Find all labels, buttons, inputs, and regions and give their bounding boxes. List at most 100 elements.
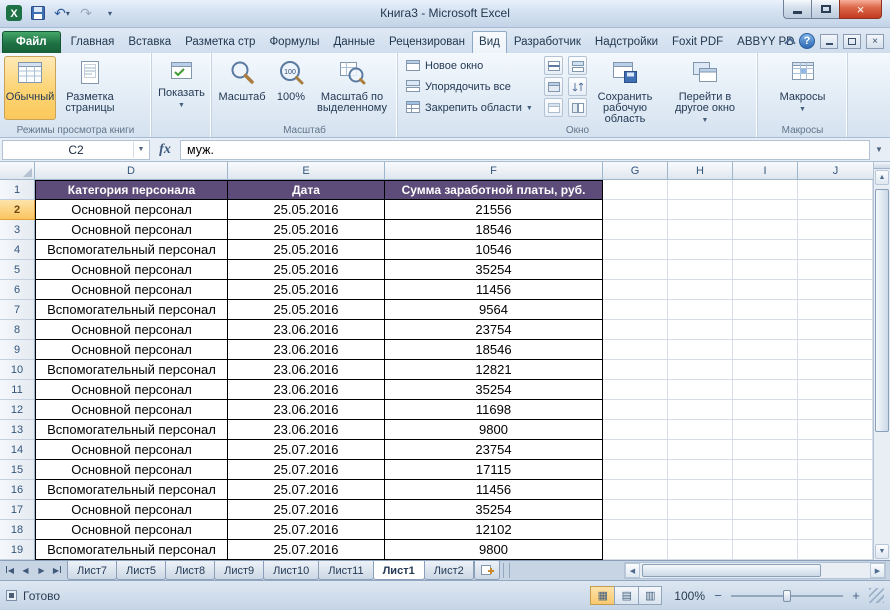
sheet-tab-Лист9[interactable]: Лист9 — [214, 561, 264, 580]
cell-E4[interactable]: 25.05.2016 — [228, 240, 385, 260]
column-header-H[interactable]: H — [668, 162, 733, 180]
cell-F16[interactable]: 11456 — [385, 480, 603, 500]
cell-I13[interactable] — [733, 420, 798, 440]
cell-D14[interactable]: Основной персонал — [35, 440, 228, 460]
unhide-window-button[interactable] — [544, 98, 563, 117]
cell-G2[interactable] — [603, 200, 668, 220]
save-workspace-button[interactable]: Сохранить рабочую область — [590, 56, 660, 120]
row-header-10[interactable]: 10 — [0, 360, 35, 380]
cell-D10[interactable]: Вспомогательный персонал — [35, 360, 228, 380]
vertical-scroll-thumb[interactable] — [875, 189, 889, 432]
insert-function-button[interactable]: fx — [150, 142, 180, 158]
show-collapsed-group-button[interactable]: Показать ▼ — [156, 56, 207, 120]
row-header-3[interactable]: 3 — [0, 220, 35, 240]
maximize-button[interactable] — [812, 0, 839, 19]
cell-H4[interactable] — [668, 240, 733, 260]
workbook-restore-icon[interactable] — [843, 34, 861, 49]
cell-F2[interactable]: 21556 — [385, 200, 603, 220]
cell-G7[interactable] — [603, 300, 668, 320]
switch-windows-button[interactable]: Перейти в другое окно ▼ — [660, 56, 750, 120]
row-header-17[interactable]: 17 — [0, 500, 35, 520]
cell-F5[interactable]: 35254 — [385, 260, 603, 280]
previous-sheet-button[interactable]: ◀ — [19, 566, 32, 575]
cell-G12[interactable] — [603, 400, 668, 420]
cell-H9[interactable] — [668, 340, 733, 360]
cell-D6[interactable]: Основной персонал — [35, 280, 228, 300]
cell-J15[interactable] — [798, 460, 873, 480]
cell-E11[interactable]: 23.06.2016 — [228, 380, 385, 400]
cell-E5[interactable]: 25.05.2016 — [228, 260, 385, 280]
cell-D12[interactable]: Основной персонал — [35, 400, 228, 420]
ribbon-tab-Данные[interactable]: Данные — [326, 31, 382, 53]
ribbon-tab-Foxit PDF[interactable]: Foxit PDF — [665, 31, 730, 53]
cell-E7[interactable]: 25.05.2016 — [228, 300, 385, 320]
cell-J16[interactable] — [798, 480, 873, 500]
row-header-14[interactable]: 14 — [0, 440, 35, 460]
row-header-4[interactable]: 4 — [0, 240, 35, 260]
formula-input[interactable]: муж. — [180, 140, 870, 160]
row-header-18[interactable]: 18 — [0, 520, 35, 540]
column-header-F[interactable]: F — [385, 162, 603, 180]
cell-J9[interactable] — [798, 340, 873, 360]
cell-G15[interactable] — [603, 460, 668, 480]
cell-H15[interactable] — [668, 460, 733, 480]
reset-window-position-button[interactable] — [568, 98, 587, 117]
view-side-by-side-button[interactable] — [568, 56, 587, 75]
row-header-1[interactable]: 1 — [0, 180, 35, 200]
ribbon-tab-Надстройки[interactable]: Надстройки — [588, 31, 665, 53]
cell-D1[interactable]: Категория персонала — [35, 180, 228, 200]
cell-F6[interactable]: 11456 — [385, 280, 603, 300]
page-layout-view-shortcut[interactable]: ▤ — [614, 586, 638, 605]
cell-J19[interactable] — [798, 540, 873, 560]
zoom-slider-thumb[interactable] — [783, 590, 791, 602]
cell-D11[interactable]: Основной персонал — [35, 380, 228, 400]
row-header-13[interactable]: 13 — [0, 420, 35, 440]
scroll-down-icon[interactable]: ▼ — [875, 544, 889, 559]
workbook-minimize-icon[interactable] — [820, 34, 838, 49]
cell-D13[interactable]: Вспомогательный персонал — [35, 420, 228, 440]
ribbon-tab-Главная[interactable]: Главная — [64, 31, 122, 53]
cell-D4[interactable]: Вспомогательный персонал — [35, 240, 228, 260]
row-header-8[interactable]: 8 — [0, 320, 35, 340]
cell-H1[interactable] — [668, 180, 733, 200]
column-header-E[interactable]: E — [228, 162, 385, 180]
hide-window-button[interactable] — [544, 77, 563, 96]
cell-G10[interactable] — [603, 360, 668, 380]
cell-F15[interactable]: 17115 — [385, 460, 603, 480]
ribbon-tab-Рецензирован[interactable]: Рецензирован — [382, 31, 472, 53]
normal-view-button[interactable]: Обычный — [4, 56, 56, 120]
first-sheet-button[interactable]: ◀ — [3, 566, 16, 575]
cell-F18[interactable]: 12102 — [385, 520, 603, 540]
cell-G3[interactable] — [603, 220, 668, 240]
last-sheet-button[interactable]: ▶ — [51, 566, 64, 575]
column-header-I[interactable]: I — [733, 162, 798, 180]
sheet-tab-Лист10[interactable]: Лист10 — [263, 561, 319, 580]
cell-D15[interactable]: Основной персонал — [35, 460, 228, 480]
cell-I18[interactable] — [733, 520, 798, 540]
insert-worksheet-button[interactable] — [474, 561, 500, 580]
ribbon-tab-Вид[interactable]: Вид — [472, 31, 507, 53]
cell-H12[interactable] — [668, 400, 733, 420]
vertical-split-handle[interactable] — [874, 162, 890, 169]
new-window-button[interactable]: Новое окно — [402, 56, 542, 76]
cell-H17[interactable] — [668, 500, 733, 520]
page-layout-button[interactable]: Разметка страницы — [56, 56, 124, 120]
cell-I14[interactable] — [733, 440, 798, 460]
cell-I11[interactable] — [733, 380, 798, 400]
cell-J12[interactable] — [798, 400, 873, 420]
cell-J8[interactable] — [798, 320, 873, 340]
zoom-slider[interactable] — [731, 589, 843, 603]
sheet-tab-Лист7[interactable]: Лист7 — [67, 561, 117, 580]
cell-H8[interactable] — [668, 320, 733, 340]
cell-E9[interactable]: 23.06.2016 — [228, 340, 385, 360]
split-window-button[interactable] — [544, 56, 563, 75]
cell-J4[interactable] — [798, 240, 873, 260]
cell-G5[interactable] — [603, 260, 668, 280]
workbook-close-icon[interactable]: × — [866, 34, 884, 49]
cell-D18[interactable]: Основной персонал — [35, 520, 228, 540]
cell-E8[interactable]: 23.06.2016 — [228, 320, 385, 340]
row-header-19[interactable]: 19 — [0, 540, 35, 560]
cell-F14[interactable]: 23754 — [385, 440, 603, 460]
cell-G1[interactable] — [603, 180, 668, 200]
cell-E12[interactable]: 23.06.2016 — [228, 400, 385, 420]
